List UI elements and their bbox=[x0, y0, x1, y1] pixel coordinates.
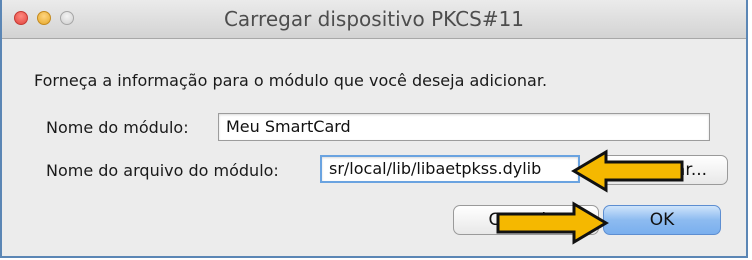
module-file-input[interactable]: sr/local/lib/libaetpkss.dylib bbox=[320, 155, 580, 183]
window-title: Carregar dispositivo PKCS#11 bbox=[223, 7, 525, 31]
dialog-window: Carregar dispositivo PKCS#11 Forneça a i… bbox=[0, 0, 748, 258]
module-file-label: Nome do arquivo do módulo: bbox=[46, 161, 279, 180]
left-arrow-annotation bbox=[571, 149, 684, 193]
module-name-label: Nome do módulo: bbox=[46, 118, 189, 137]
dialog-prompt: Forneça a informação para o módulo que v… bbox=[34, 71, 548, 90]
title-bar: Carregar dispositivo PKCS#11 bbox=[2, 0, 746, 39]
right-arrow-annotation bbox=[496, 201, 609, 245]
ok-button[interactable]: OK bbox=[603, 205, 721, 235]
module-name-input[interactable]: Meu SmartCard bbox=[218, 113, 710, 141]
